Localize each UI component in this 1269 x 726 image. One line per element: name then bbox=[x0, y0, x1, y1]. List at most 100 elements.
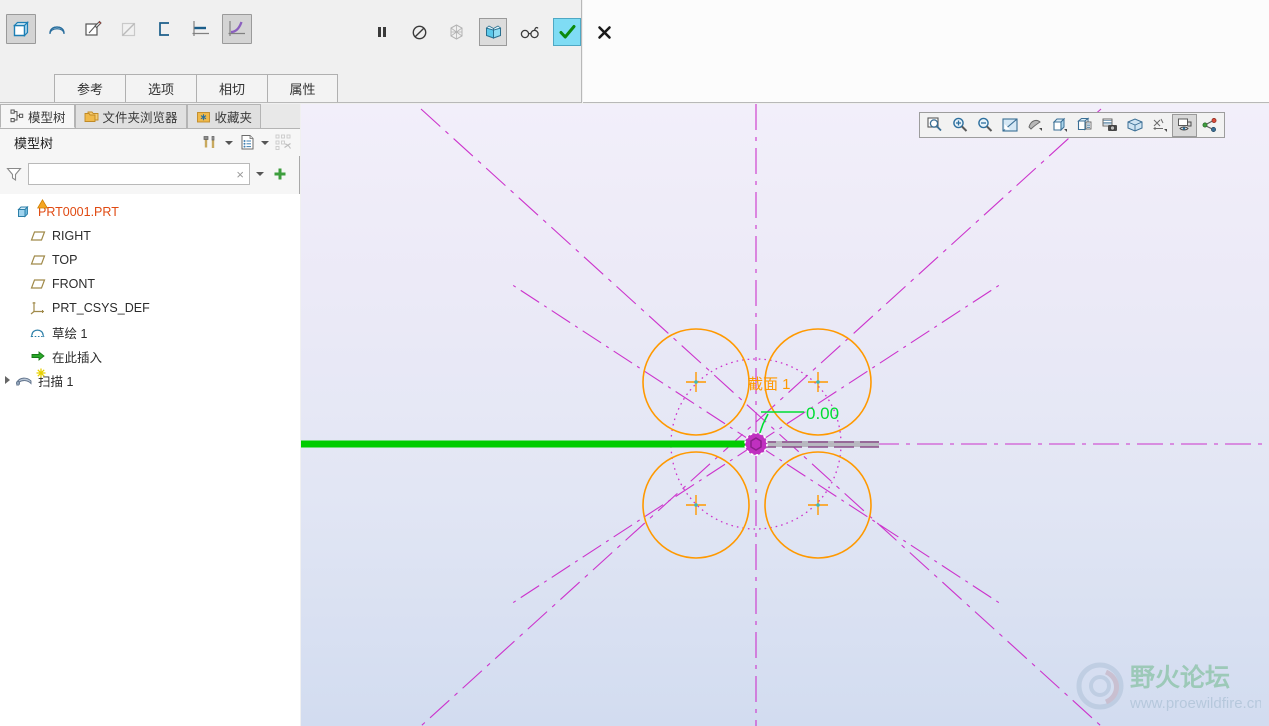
tree-item-front-label: FRONT bbox=[52, 277, 96, 291]
filter-funnel-icon[interactable] bbox=[4, 164, 24, 184]
display-list-caret[interactable] bbox=[259, 133, 271, 153]
settings-tools-caret[interactable] bbox=[223, 133, 235, 153]
tree-item-insert-here[interactable]: 在此插入 bbox=[0, 344, 300, 368]
tree-item-right-label: RIGHT bbox=[52, 229, 91, 243]
tab-tangent-label: 相切 bbox=[218, 82, 245, 97]
csys-icon bbox=[28, 297, 48, 319]
tree-item-sweep[interactable]: 扫描 1 bbox=[0, 368, 300, 392]
tree-expander bbox=[14, 344, 28, 368]
insert-here-icon bbox=[28, 345, 48, 367]
annotation-display-icon[interactable] bbox=[1172, 113, 1197, 137]
sweep-dashboard: 参考 选项 相切 属性 bbox=[0, 0, 1269, 103]
folder-browser-icon bbox=[84, 109, 99, 124]
graphics-viewport[interactable]: 0.00 截面 1 野火论坛 www.proewildfire.cn bbox=[301, 104, 1269, 726]
tree-expander bbox=[14, 320, 28, 344]
nav-tab-folder-browser[interactable]: 文件夹浏览器 bbox=[74, 104, 187, 128]
layers-camera-icon[interactable] bbox=[1097, 114, 1122, 137]
tab-options-label: 选项 bbox=[147, 82, 174, 97]
zoom-out-icon[interactable] bbox=[972, 114, 997, 137]
diagonal-line-icon bbox=[114, 14, 144, 44]
tree-item-sketch-label: 草绘 1 bbox=[52, 326, 88, 341]
tab-options[interactable]: 选项 bbox=[125, 74, 196, 102]
tab-reference-label: 参考 bbox=[76, 82, 103, 97]
navigator-tabstrip: 模型树 文件夹浏览器 收藏夹 bbox=[0, 104, 300, 129]
view-manager-icon[interactable] bbox=[1072, 114, 1097, 137]
tree-expander bbox=[14, 272, 28, 296]
variable-section-icon[interactable] bbox=[222, 14, 252, 44]
tree-item-part[interactable]: PRT0001.PRT bbox=[0, 199, 300, 224]
new-feature-star-icon bbox=[36, 368, 46, 378]
application-window: 参考 选项 相切 属性 模型树 文件夹浏览器 收藏夹 模型树 × PRT0001… bbox=[0, 0, 1269, 726]
zoom-in-icon[interactable] bbox=[947, 114, 972, 137]
datum-display-icon[interactable] bbox=[1147, 114, 1172, 137]
tree-item-top[interactable]: TOP bbox=[0, 248, 300, 272]
no-preview-button[interactable] bbox=[405, 18, 433, 46]
cancel-button[interactable] bbox=[590, 18, 618, 46]
surface-section-icon[interactable] bbox=[6, 14, 36, 44]
tree-filter-disabled-icon bbox=[272, 132, 294, 154]
search-input[interactable] bbox=[33, 165, 229, 183]
sketch-geometry: 0.00 截面 1 bbox=[301, 104, 1269, 726]
nav-tab-favorites[interactable]: 收藏夹 bbox=[186, 104, 262, 128]
curved-surface-icon[interactable] bbox=[42, 14, 72, 44]
tree-item-sketch[interactable]: 草绘 1 bbox=[0, 320, 300, 344]
model-tree-header: 模型树 bbox=[0, 129, 300, 156]
tree-expander bbox=[0, 200, 14, 224]
tree-item-right[interactable]: RIGHT bbox=[0, 224, 300, 248]
display-list-icon[interactable] bbox=[236, 132, 258, 154]
navigator-panel: 模型树 文件夹浏览器 收藏夹 模型树 × PRT0001.PRT RIGHT T… bbox=[0, 104, 300, 726]
nav-tab-model-tree[interactable]: 模型树 bbox=[0, 104, 75, 128]
saved-views-icon[interactable] bbox=[1047, 114, 1072, 137]
reorient-icon[interactable] bbox=[1022, 114, 1047, 137]
tab-tangent[interactable]: 相切 bbox=[196, 74, 267, 102]
part-icon bbox=[14, 201, 34, 223]
model-tree-filter-row: × bbox=[0, 159, 300, 189]
filter-dropdown-caret[interactable] bbox=[254, 164, 266, 184]
refit-icon[interactable] bbox=[997, 114, 1022, 137]
tree-expander bbox=[14, 248, 28, 272]
clear-search-icon[interactable]: × bbox=[236, 167, 244, 182]
sketch-icon bbox=[28, 321, 48, 343]
favorites-icon bbox=[196, 109, 211, 124]
tab-properties[interactable]: 属性 bbox=[267, 74, 338, 102]
glasses-button[interactable] bbox=[516, 18, 544, 46]
tree-expander bbox=[14, 224, 28, 248]
tree-item-top-label: TOP bbox=[52, 253, 78, 267]
warning-triangle-icon bbox=[37, 199, 48, 209]
model-tree-icon bbox=[9, 109, 24, 124]
model-tree-title: 模型树 bbox=[14, 136, 54, 151]
nav-tab-favorites-label: 收藏夹 bbox=[214, 111, 253, 125]
tree-item-csys-label: PRT_CSYS_DEF bbox=[52, 301, 150, 315]
display-style-icon[interactable] bbox=[1122, 114, 1147, 137]
dashboard-tabstrip: 参考 选项 相切 属性 bbox=[54, 74, 338, 102]
model-tree-list[interactable]: PRT0001.PRT RIGHT TOP FRONT PRT_CSYS_DEF… bbox=[0, 194, 300, 726]
corner-bracket-icon[interactable] bbox=[150, 14, 180, 44]
zoom-box-icon[interactable] bbox=[922, 114, 947, 137]
tab-properties-label: 属性 bbox=[289, 82, 316, 97]
tree-expander bbox=[14, 296, 28, 320]
tree-item-part-label: PRT0001.PRT bbox=[38, 205, 119, 219]
nav-tab-folder-browser-label: 文件夹浏览器 bbox=[102, 111, 178, 125]
pause-button[interactable] bbox=[368, 18, 396, 46]
accept-button[interactable] bbox=[553, 18, 581, 46]
sketch-section-icon[interactable] bbox=[78, 14, 108, 44]
tree-item-insert-here-label: 在此插入 bbox=[52, 350, 103, 365]
tree-item-front[interactable]: FRONT bbox=[0, 272, 300, 296]
constant-section-icon[interactable] bbox=[186, 14, 216, 44]
tab-reference[interactable]: 参考 bbox=[54, 74, 125, 102]
datum-plane-icon bbox=[28, 225, 48, 247]
tree-expander-sweep[interactable] bbox=[0, 368, 14, 392]
tree-item-csys[interactable]: PRT_CSYS_DEF bbox=[0, 296, 300, 320]
section-type-toolbar bbox=[6, 14, 252, 44]
settings-tools-icon[interactable] bbox=[200, 132, 222, 154]
dashboard-right-region bbox=[583, 0, 1269, 103]
appearance-icon[interactable] bbox=[1197, 114, 1222, 137]
add-filter-icon[interactable] bbox=[270, 164, 290, 184]
section-label[interactable]: 截面 1 bbox=[748, 376, 791, 393]
model-tree-toolbar bbox=[200, 132, 294, 154]
datum-plane-icon bbox=[28, 249, 48, 271]
dashboard-command-bar bbox=[368, 18, 618, 46]
preview-button[interactable] bbox=[479, 18, 507, 46]
dimension-value[interactable]: 0.00 bbox=[806, 404, 839, 423]
viewport-toolbar bbox=[919, 112, 1225, 138]
